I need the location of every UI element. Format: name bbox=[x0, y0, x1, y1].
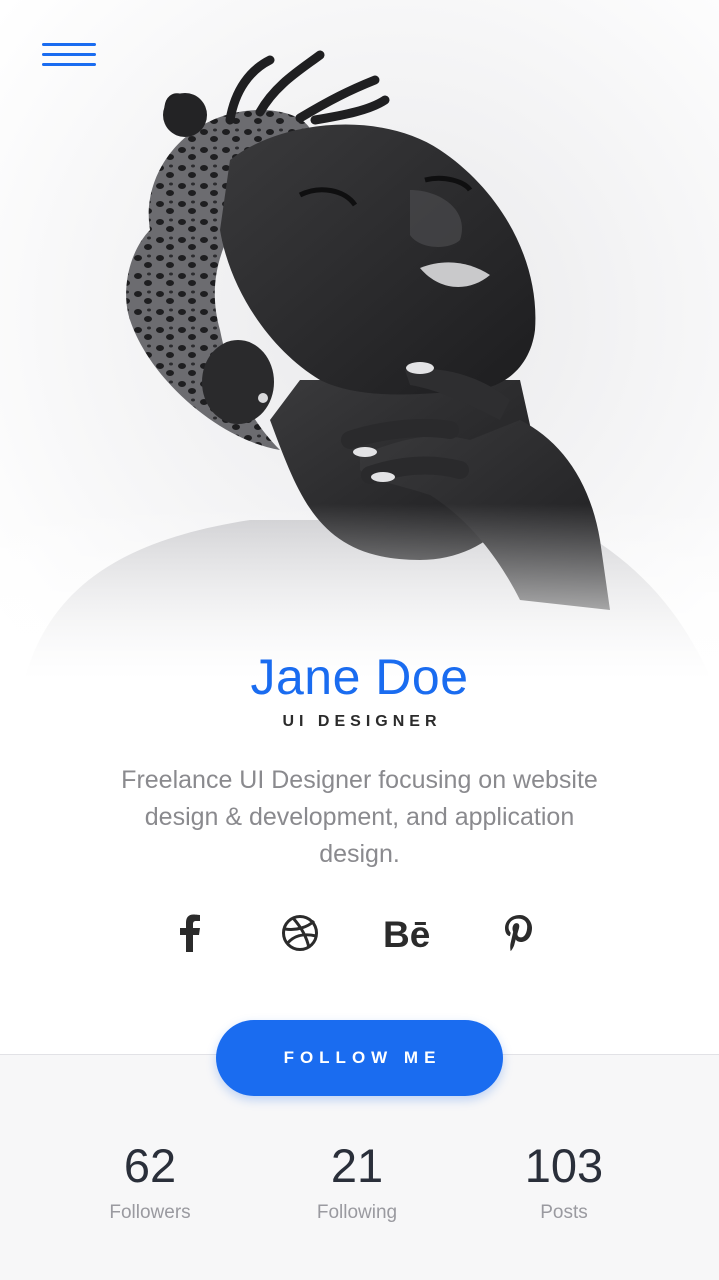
follow-button[interactable]: FOLLOW ME bbox=[216, 1020, 503, 1096]
dribbble-icon bbox=[282, 915, 318, 951]
stat-value: 62 bbox=[123, 1139, 177, 1192]
stat-value: 21 bbox=[330, 1139, 384, 1192]
profile-bio: Freelance UI Designer focusing on websit… bbox=[121, 766, 598, 868]
behance-glyph: Bē bbox=[383, 916, 430, 950]
stat-label: Posts bbox=[540, 1202, 588, 1223]
stat-posts[interactable]: 103 Posts bbox=[464, 1138, 664, 1224]
pinterest-icon bbox=[505, 915, 532, 952]
profile-photo bbox=[0, 0, 719, 700]
dribbble-link[interactable] bbox=[270, 905, 330, 961]
behance-link[interactable]: Bē bbox=[380, 905, 440, 961]
stat-following[interactable]: 21 Following bbox=[257, 1138, 457, 1224]
stat-label: Following bbox=[316, 1202, 398, 1223]
stat-label: Followers bbox=[109, 1202, 191, 1223]
facebook-link[interactable] bbox=[160, 905, 220, 961]
profile-name: Jane Doe bbox=[250, 649, 469, 705]
hamburger-menu-icon bbox=[42, 43, 96, 46]
stat-followers[interactable]: 62 Followers bbox=[50, 1138, 250, 1224]
menu-button[interactable] bbox=[42, 41, 96, 71]
behance-icon: Bē bbox=[383, 916, 430, 950]
profile-role: UI DESIGNER bbox=[282, 713, 442, 730]
stat-value: 103 bbox=[524, 1139, 604, 1192]
facebook-icon bbox=[180, 914, 200, 952]
pinterest-link[interactable] bbox=[490, 905, 550, 961]
